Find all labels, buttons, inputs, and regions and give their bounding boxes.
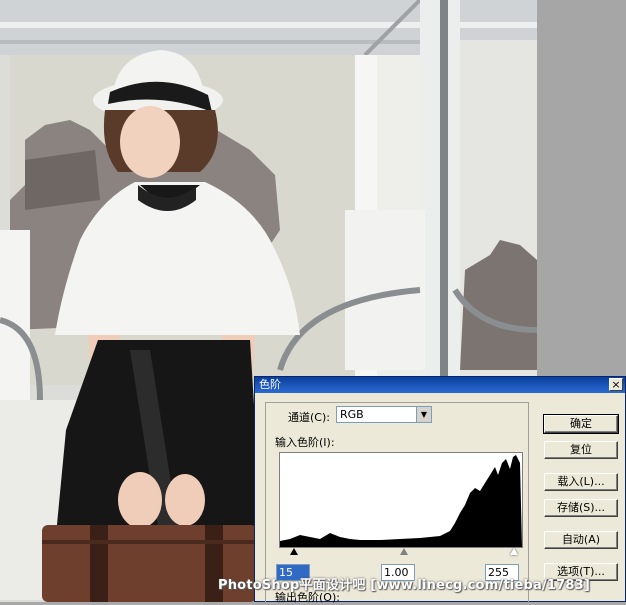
ok-button[interactable]: 确定 [543, 414, 619, 434]
load-button[interactable]: 载入(L)... [544, 473, 618, 491]
dialog-title-bar[interactable]: 色阶 × [255, 377, 625, 393]
chevron-down-icon[interactable]: ▼ [416, 407, 431, 422]
dialog-title: 色阶 [259, 378, 281, 391]
black-point-handle[interactable] [290, 548, 298, 555]
levels-dialog: 色阶 × 通道(C): RGB ▼ 输入色阶(I): 15 1.00 255 输… [254, 376, 626, 604]
save-button[interactable]: 存储(S)... [544, 499, 618, 517]
gamma-handle[interactable] [400, 548, 408, 555]
histogram [279, 452, 523, 548]
input-levels-label: 输入色阶(I): [275, 436, 335, 449]
close-button[interactable]: × [609, 378, 623, 391]
channel-select[interactable]: RGB ▼ [336, 406, 432, 423]
watermark-text: PhotoShop平面设计吧 [www.linecg.com/tieba/178… [218, 578, 591, 593]
channel-value: RGB [340, 408, 364, 421]
white-point-handle[interactable] [510, 548, 518, 555]
close-icon: × [611, 378, 621, 391]
channel-label: 通道(C): [288, 411, 330, 424]
auto-button[interactable]: 自动(A) [544, 531, 618, 549]
input-levels-slider[interactable] [279, 547, 521, 557]
reset-button[interactable]: 复位 [544, 441, 618, 459]
